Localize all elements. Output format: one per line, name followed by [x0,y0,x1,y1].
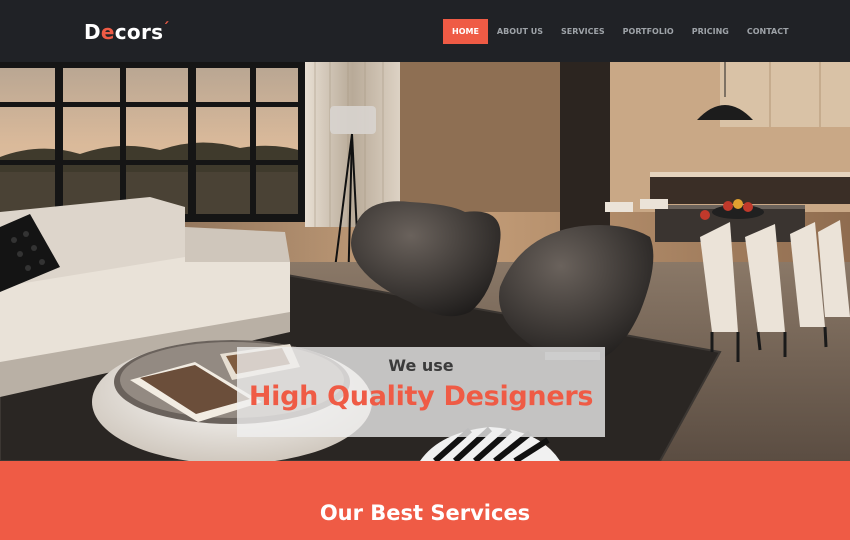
logo-accent-letter: e [100,20,115,44]
services-section: Our Best Services [0,461,850,540]
site-logo[interactable]: Decors´ [84,19,170,48]
nav-item-portfolio[interactable]: PORTFOLIO [614,19,683,44]
nav-item-pricing[interactable]: PRICING [683,19,738,44]
nav-item-contact[interactable]: CONTACT [738,19,798,44]
logo-letter: D [84,20,101,44]
navbar: Decors´ HOME ABOUT US SERVICES PORTFOLIO… [0,0,850,62]
hero-banner: We use High Quality Designers [0,62,850,461]
hero-caption: We use High Quality Designers [237,347,605,437]
logo-mark: ´ [162,21,170,37]
services-title: Our Best Services [319,501,531,525]
main-nav: HOME ABOUT US SERVICES PORTFOLIO PRICING… [443,19,798,44]
hero-title: High Quality Designers [248,381,594,412]
hero-subtitle: We use [388,356,454,375]
nav-item-home[interactable]: HOME [443,19,488,44]
nav-item-about-us[interactable]: ABOUT US [488,19,552,44]
nav-item-services[interactable]: SERVICES [552,19,614,44]
logo-text: cors [114,20,164,44]
